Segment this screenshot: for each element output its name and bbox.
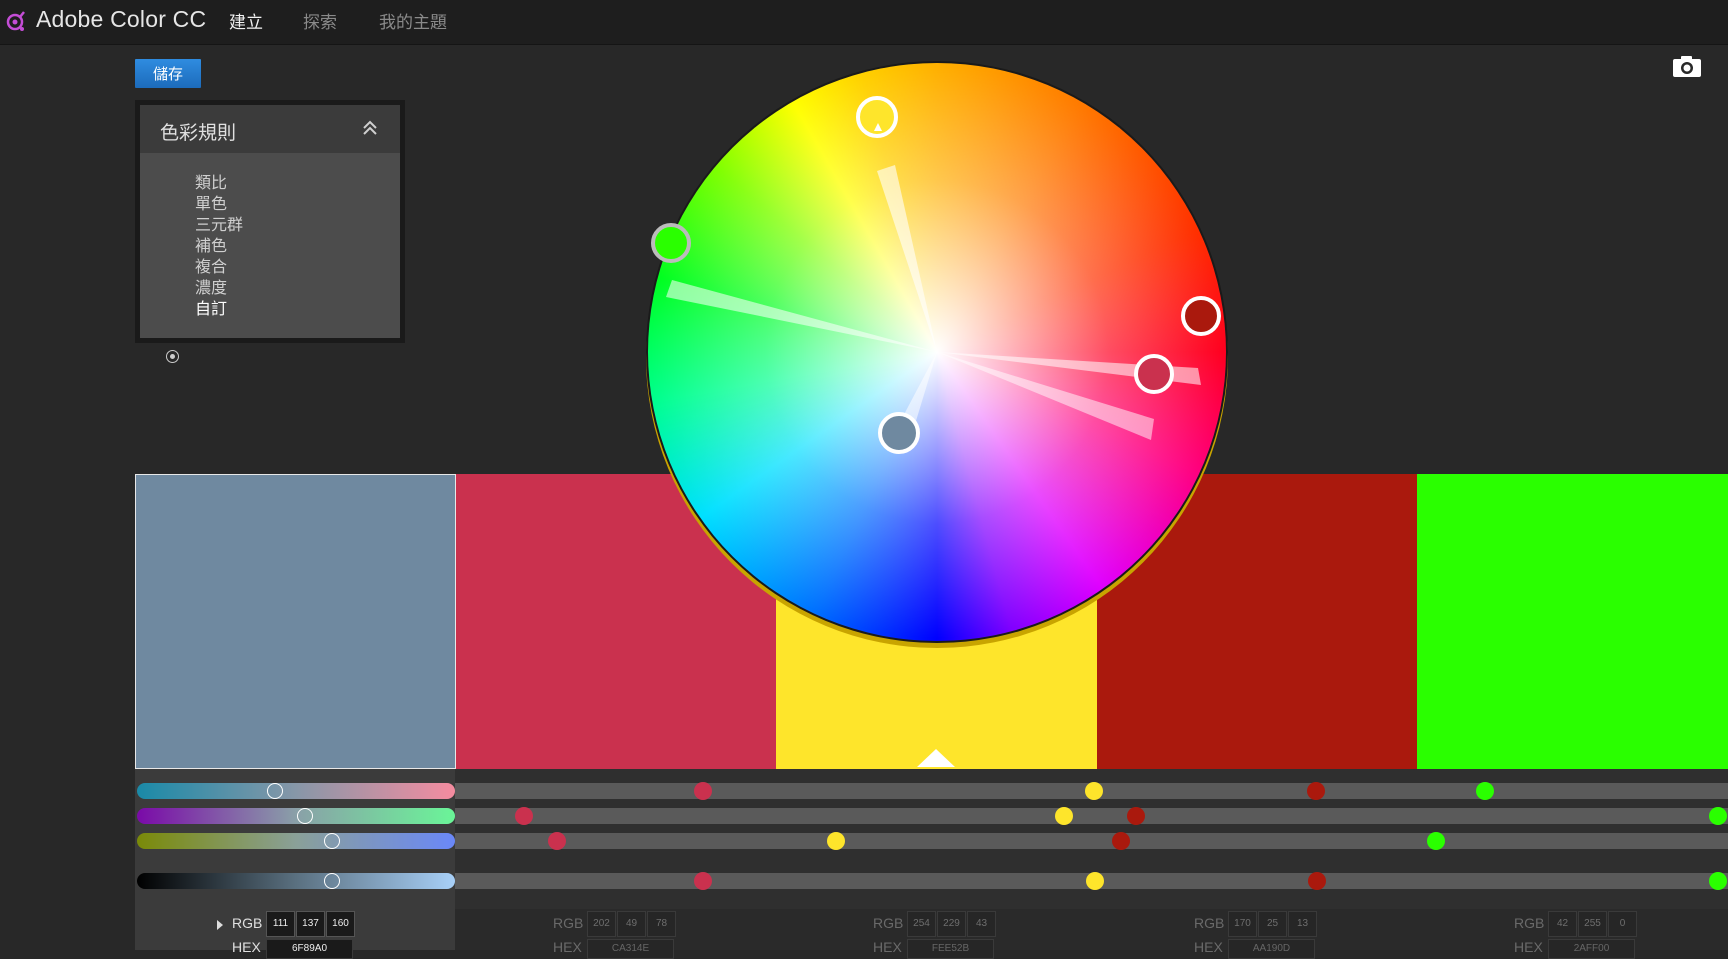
swatch-2-values: RGB 202 49 78 HEX CA314E <box>456 909 776 959</box>
top-bar: Adobe Color CC 建立 探索 我的主題 <box>0 0 1728 45</box>
camera-icon[interactable] <box>1672 55 1702 78</box>
slider-dot-darkred[interactable] <box>1112 832 1130 850</box>
hex-value-input[interactable]: FEE52B <box>907 939 994 959</box>
save-button[interactable]: 儲存 <box>135 59 201 88</box>
rule-compound[interactable]: 複合 <box>195 257 227 277</box>
swatch-5-values: RGB 42 255 0 HEX 2AFF00 <box>1417 909 1728 959</box>
rule-custom[interactable]: 自訂 <box>195 299 227 319</box>
rule-triad[interactable]: 三元群 <box>195 215 243 235</box>
collapse-chevron-icon[interactable] <box>362 120 378 136</box>
selected-radio-icon <box>166 350 179 363</box>
wheel-handle-green[interactable] <box>651 223 691 263</box>
blue-track-others <box>455 833 1728 849</box>
blue-value-input[interactable]: 13 <box>1288 911 1317 937</box>
slider-dot-green[interactable] <box>1709 872 1727 890</box>
hex-label: HEX <box>873 939 902 955</box>
wheel-handle-slate[interactable] <box>878 412 920 454</box>
saturation-track-others <box>455 808 1728 824</box>
slider-dot-darkred[interactable] <box>1307 782 1325 800</box>
color-values-row: RGB 111 137 160 HEX 6F89A0 RGB 202 49 78… <box>135 909 1728 959</box>
nav-my-themes[interactable]: 我的主題 <box>379 8 447 33</box>
red-value-input[interactable]: 202 <box>587 911 616 937</box>
color-rules-title: 色彩規則 <box>160 122 237 144</box>
blue-value-input[interactable]: 0 <box>1608 911 1637 937</box>
swatch-1-values: RGB 111 137 160 HEX 6F89A0 <box>135 909 455 959</box>
hex-label: HEX <box>1194 939 1223 955</box>
swatch-3-values: RGB 254 229 43 HEX FEE52B <box>776 909 1097 959</box>
blue-slider-knob[interactable] <box>324 833 340 849</box>
swatch-5[interactable] <box>1417 474 1728 769</box>
green-value-input[interactable]: 49 <box>617 911 646 937</box>
base-color-marker-icon <box>917 749 955 767</box>
rule-monochromatic[interactable]: 單色 <box>195 194 227 214</box>
red-value-input[interactable]: 170 <box>1228 911 1257 937</box>
brightness-slider-track[interactable] <box>137 873 455 889</box>
expand-triangle-icon[interactable] <box>217 920 223 930</box>
rgb-label: RGB <box>553 915 584 931</box>
blue-value-input[interactable]: 160 <box>326 911 355 937</box>
hex-value-input[interactable]: AA190D <box>1228 939 1315 959</box>
hue-slider-track[interactable] <box>137 783 455 799</box>
blue-slider-track[interactable] <box>137 833 455 849</box>
hex-label: HEX <box>1514 939 1543 955</box>
handle-beam-yellow <box>877 165 937 352</box>
hue-slider-knob[interactable] <box>267 783 283 799</box>
blue-value-input[interactable]: 78 <box>647 911 676 937</box>
rule-complementary[interactable]: 補色 <box>195 236 227 256</box>
slider-dot-green[interactable] <box>1709 807 1727 825</box>
slider-dot-green[interactable] <box>1476 782 1494 800</box>
hex-label: HEX <box>232 939 261 955</box>
nav-explore[interactable]: 探索 <box>303 8 337 33</box>
nav-create[interactable]: 建立 <box>229 8 263 33</box>
brightness-slider-knob[interactable] <box>324 873 340 889</box>
adobe-color-logo-icon <box>6 11 25 31</box>
slider-dot-yellow[interactable] <box>1085 782 1103 800</box>
hex-value-input[interactable]: CA314E <box>587 939 674 959</box>
green-value-input[interactable]: 137 <box>296 911 325 937</box>
color-rules-panel: 色彩規則 類比 單色 三元群 補色 複合 濃度 自訂 <box>135 100 405 363</box>
saturation-slider-track[interactable] <box>137 808 455 824</box>
rgb-label: RGB <box>873 915 904 931</box>
app-title: Adobe Color CC <box>36 6 207 32</box>
blue-value-input[interactable]: 43 <box>967 911 996 937</box>
rgb-label: RGB <box>232 915 263 931</box>
slider-dot-crimson[interactable] <box>515 807 533 825</box>
green-value-input[interactable]: 25 <box>1258 911 1287 937</box>
rule-shades[interactable]: 濃度 <box>195 278 227 298</box>
slider-dot-darkred[interactable] <box>1127 807 1145 825</box>
red-value-input[interactable]: 254 <box>907 911 936 937</box>
slider-dot-yellow[interactable] <box>1086 872 1104 890</box>
hex-label: HEX <box>553 939 582 955</box>
green-value-input[interactable]: 229 <box>937 911 966 937</box>
rgb-label: RGB <box>1194 915 1225 931</box>
color-rules-header[interactable]: 色彩規則 <box>140 105 400 153</box>
color-sliders <box>135 769 1728 950</box>
color-rules-list: 類比 單色 三元群 補色 複合 濃度 自訂 <box>140 153 400 338</box>
slider-dot-crimson[interactable] <box>694 782 712 800</box>
rgb-label: RGB <box>1514 915 1545 931</box>
slider-dot-yellow[interactable] <box>827 832 845 850</box>
slider-dot-green[interactable] <box>1427 832 1445 850</box>
swatch-1[interactable] <box>135 474 456 769</box>
wheel-handles <box>651 96 1221 454</box>
handle-beam-green <box>666 280 937 352</box>
slider-dot-crimson[interactable] <box>694 872 712 890</box>
wheel-handle-crimson[interactable] <box>1134 354 1174 394</box>
slider-dot-crimson[interactable] <box>548 832 566 850</box>
red-value-input[interactable]: 111 <box>266 911 295 937</box>
color-wheel[interactable] <box>646 61 1228 643</box>
hex-value-input[interactable]: 6F89A0 <box>266 939 353 959</box>
slider-dot-darkred[interactable] <box>1308 872 1326 890</box>
red-value-input[interactable]: 42 <box>1548 911 1577 937</box>
rule-analogous[interactable]: 類比 <box>195 173 227 193</box>
swatch-4-values: RGB 170 25 13 HEX AA190D <box>1097 909 1417 959</box>
slider-dot-yellow[interactable] <box>1055 807 1073 825</box>
green-value-input[interactable]: 255 <box>1578 911 1607 937</box>
wheel-handle-darkred[interactable] <box>1181 296 1221 336</box>
hex-value-input[interactable]: 2AFF00 <box>1548 939 1635 959</box>
saturation-slider-knob[interactable] <box>297 808 313 824</box>
